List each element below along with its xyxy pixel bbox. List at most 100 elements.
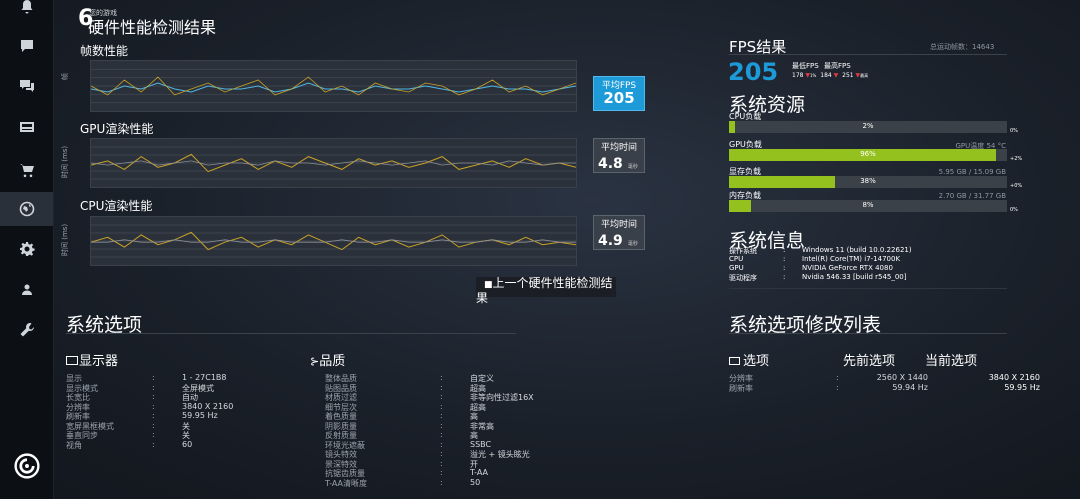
sysinfo-value: Windows 11 (build 10.0.22621): [802, 246, 912, 254]
store-cart-icon[interactable]: [0, 153, 53, 187]
fps-total-frames: 总运动帧数：14643: [930, 43, 995, 51]
cpu-avg-label: 平均时间: [600, 220, 637, 230]
resource-delta: +2%: [1010, 156, 1023, 162]
option-colon: :: [440, 411, 443, 420]
display-section-title: 显示器: [79, 354, 119, 369]
col-prev: 先前选项: [843, 354, 896, 369]
chat-icon[interactable]: [0, 29, 53, 63]
news-icon[interactable]: [0, 110, 53, 144]
cpu-avg-value: 4.9: [598, 233, 623, 249]
option-colon: :: [152, 420, 155, 430]
sysinfo-colon: :: [783, 264, 786, 272]
option-colon: :: [440, 401, 443, 411]
sysinfo-value: NVIDIA GeForce RTX 4080: [802, 264, 893, 272]
gpu-chart-plot: [90, 146, 577, 180]
sysinfo-value: Nvidia 546.33 [build r545_00]: [802, 273, 907, 281]
option-colon: :: [440, 430, 443, 439]
bell-icon[interactable]: [0, 0, 53, 24]
resource-bar: 8%: [729, 200, 1007, 212]
cpu-avg-badge: 平均时间 4.9 毫秒: [593, 215, 645, 250]
option-colon: :: [152, 401, 155, 411]
resource-bar-text: 8%: [862, 201, 874, 209]
option-value: 3840 X 2160: [182, 401, 234, 411]
gpu-chart-title: GPU渲染性能: [80, 122, 154, 136]
page-title: 硬件性能检测结果: [88, 18, 217, 37]
sysinfo-colon: :: [783, 273, 786, 281]
option-value: SSBC: [470, 439, 492, 449]
option-colon: :: [440, 449, 443, 458]
resource-bar: 2%: [729, 121, 1007, 133]
option-colon: :: [440, 439, 443, 449]
mod-option-key: 刷新率: [729, 384, 753, 393]
modified-options-header: 选项: [729, 350, 769, 369]
ubisoft-logo-icon[interactable]: [0, 448, 53, 484]
gpu-chart: [90, 138, 577, 188]
option-colon: :: [152, 430, 155, 439]
option-colon: :: [152, 373, 155, 382]
resource-bar-text: 2%: [862, 122, 874, 130]
option-colon: :: [440, 392, 443, 401]
fps-avg-badge: 平均FPS 205: [593, 76, 645, 111]
fps-high-tag: 最高: [860, 73, 869, 78]
fps-avg-value: 205: [603, 89, 635, 107]
prev-result-button[interactable]: ■上一个硬件性能检测结果: [476, 277, 616, 305]
resource-bar: 38%: [729, 176, 1007, 188]
options-icon: [729, 357, 740, 365]
option-colon: :: [440, 382, 443, 392]
fps-min-values: 178 ▼1% 184 ▼ 251 ▼最高: [792, 72, 868, 79]
modified-options-divider: [729, 333, 1007, 334]
fps-axis-label: 帧: [61, 73, 69, 80]
display-monitor-icon: [66, 356, 78, 365]
mod-option-colon: :: [836, 373, 839, 382]
option-value: 60: [182, 439, 193, 449]
resource-info: 2.70 GB / 31.77 GB: [938, 192, 1006, 200]
cpu-avg-value-row: 4.9 毫秒: [594, 230, 644, 249]
series-line-1: [91, 239, 576, 243]
globe-icon[interactable]: [0, 192, 53, 226]
option-value: 溢光 + 镜头眩光: [470, 450, 530, 459]
quality-icon: ⊱: [310, 355, 320, 368]
quality-section-header: ⊱品质: [310, 350, 345, 369]
fps-chart-title: 帧数性能: [80, 44, 129, 58]
system-options-divider: [66, 333, 516, 334]
fps-min-label: 最低FPS: [792, 62, 819, 70]
resource-bar-text: 96%: [860, 150, 876, 158]
fps-result-divider: [729, 54, 1007, 55]
quality-section-title: 品质: [319, 354, 346, 369]
gpu-avg-badge: 平均时间 4.8 毫秒: [593, 138, 645, 173]
mod-option-prev: 2560 X 1440: [876, 373, 928, 382]
option-value: 50: [470, 477, 481, 487]
option-colon: :: [152, 382, 155, 392]
option-colon: :: [440, 420, 443, 430]
col-curr: 当前选项: [925, 354, 978, 369]
gpu-avg-unit: 毫秒: [627, 164, 638, 170]
resource-delta: 0%: [1010, 207, 1018, 213]
down-arrow-icon: ▼: [831, 72, 839, 79]
resource-info: 5.95 GB / 15.09 GB: [938, 168, 1006, 176]
gpu-avg-value-row: 4.8 毫秒: [594, 153, 644, 172]
option-colon: :: [440, 477, 443, 487]
friends-chat-icon[interactable]: [0, 69, 53, 103]
prev-result-label: 上一个硬件性能检测结果: [476, 276, 613, 305]
mod-option-curr: 3840 X 2160: [988, 373, 1040, 382]
cpu-avg-unit: 毫秒: [627, 241, 638, 247]
sysinfo-key: CPU: [729, 255, 744, 263]
option-colon: :: [440, 468, 443, 477]
resource-delta: 0%: [1010, 128, 1018, 134]
sysinfo-colon: :: [783, 255, 786, 263]
wrench-icon[interactable]: [0, 313, 53, 347]
mod-option-curr: 59.95 Hz: [1004, 383, 1040, 392]
gpu-axis-label: 时间 (ms): [61, 145, 69, 178]
system-info-divider: [729, 288, 1007, 289]
gpu-avg-label: 平均时间: [600, 143, 637, 153]
sysinfo-key: GPU: [729, 264, 744, 272]
settings-gear-icon[interactable]: [0, 232, 53, 266]
user-icon[interactable]: [0, 273, 53, 307]
sysinfo-key: 驱动程序: [729, 274, 757, 282]
resource-delta: +0%: [1010, 183, 1023, 189]
cpu-chart: [90, 216, 577, 266]
fps-chart: [90, 60, 577, 112]
col-option: 选项: [743, 354, 770, 369]
option-colon: :: [152, 411, 155, 420]
fps-low-2-value: 184: [820, 72, 832, 79]
